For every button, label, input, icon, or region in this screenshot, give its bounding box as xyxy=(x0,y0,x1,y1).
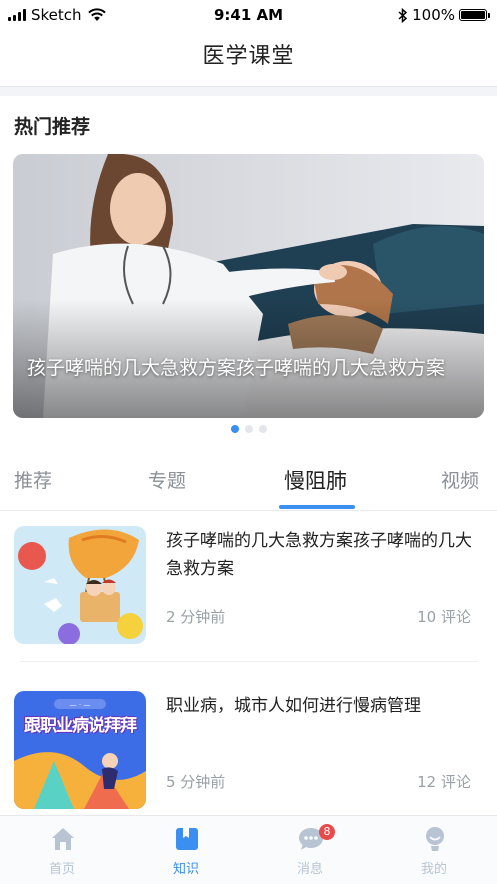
tab-recommend[interactable]: 推荐 xyxy=(14,466,52,493)
page-title: 医学课堂 xyxy=(202,44,295,69)
poster-text: 跟职业病说拜拜 xyxy=(24,716,137,736)
carousel-dot[interactable] xyxy=(230,425,239,433)
status-right: 100% xyxy=(398,6,490,24)
article-comments: 10 评论 xyxy=(417,608,471,626)
battery-percent: 100% xyxy=(412,6,455,24)
article-thumbnail xyxy=(14,526,146,644)
occupational-disease-poster-illustration: — · — xyxy=(14,691,146,809)
article-comments: 12 评论 xyxy=(417,773,471,791)
bluetooth-icon xyxy=(398,7,408,23)
article-title: 职业病，城市人如何进行慢病管理 xyxy=(166,696,421,716)
article-thumbnail: — · — 跟职业病说拜拜 xyxy=(14,691,146,809)
article-time: 2 分钟前 xyxy=(166,608,226,626)
carousel-indicator xyxy=(0,425,497,433)
divider xyxy=(20,661,477,662)
active-tab-indicator xyxy=(279,505,355,509)
tab-video[interactable]: 视频 xyxy=(441,466,479,493)
banner-caption: 孩子哮喘的几大急救方案孩子哮喘的几大急救方案 xyxy=(27,357,446,379)
unread-badge: 8 xyxy=(319,824,335,840)
hot-air-balloon-kids-illustration xyxy=(14,526,146,644)
tab-bar-label: 知识 xyxy=(172,862,199,877)
tab-bar-item-profile[interactable]: 我的 xyxy=(372,816,496,884)
tab-bar-label: 消息 xyxy=(296,862,323,877)
tab-bar-item-home[interactable]: 首页 xyxy=(0,816,124,884)
article-title: 孩子哮喘的几大急救方案孩子哮喘的几大急救方案 xyxy=(166,531,472,579)
tab-topics[interactable]: 专题 xyxy=(148,466,186,493)
article-time: 5 分钟前 xyxy=(166,773,226,791)
home-icon xyxy=(52,828,74,850)
article-item[interactable]: — · — 跟职业病说拜拜 职业病，城市人如何进行慢病管理 5 分钟前 12 评… xyxy=(0,664,497,814)
bottom-tab-bar: 首页 知识 8 消息 我的 xyxy=(0,815,497,884)
tab-bar-item-messages[interactable]: 8 消息 xyxy=(248,816,372,884)
carousel-dot[interactable] xyxy=(258,425,267,433)
hot-section-title: 热门推荐 xyxy=(14,116,91,138)
tab-bar-label: 首页 xyxy=(48,862,75,877)
status-bar: Sketch 9:41 AM 100% xyxy=(0,0,497,30)
svg-text:— · —: — · — xyxy=(70,701,91,709)
battery-icon xyxy=(459,9,490,21)
section-separator xyxy=(0,87,497,96)
category-tabs: 推荐 专题 慢阻肺 视频 xyxy=(0,458,497,511)
tab-bar-label: 我的 xyxy=(420,862,447,877)
carousel-dot[interactable] xyxy=(244,425,253,433)
tab-bar-item-knowledge[interactable]: 知识 xyxy=(124,816,248,884)
battery-fill xyxy=(461,11,485,19)
nav-bar: 医学课堂 xyxy=(0,30,497,87)
article-item[interactable]: 孩子哮喘的几大急救方案孩子哮喘的几大急救方案 2 分钟前 10 评论 xyxy=(0,512,497,662)
book-icon xyxy=(176,828,198,850)
profile-icon xyxy=(426,827,444,851)
tab-copd[interactable]: 慢阻肺 xyxy=(284,465,347,495)
